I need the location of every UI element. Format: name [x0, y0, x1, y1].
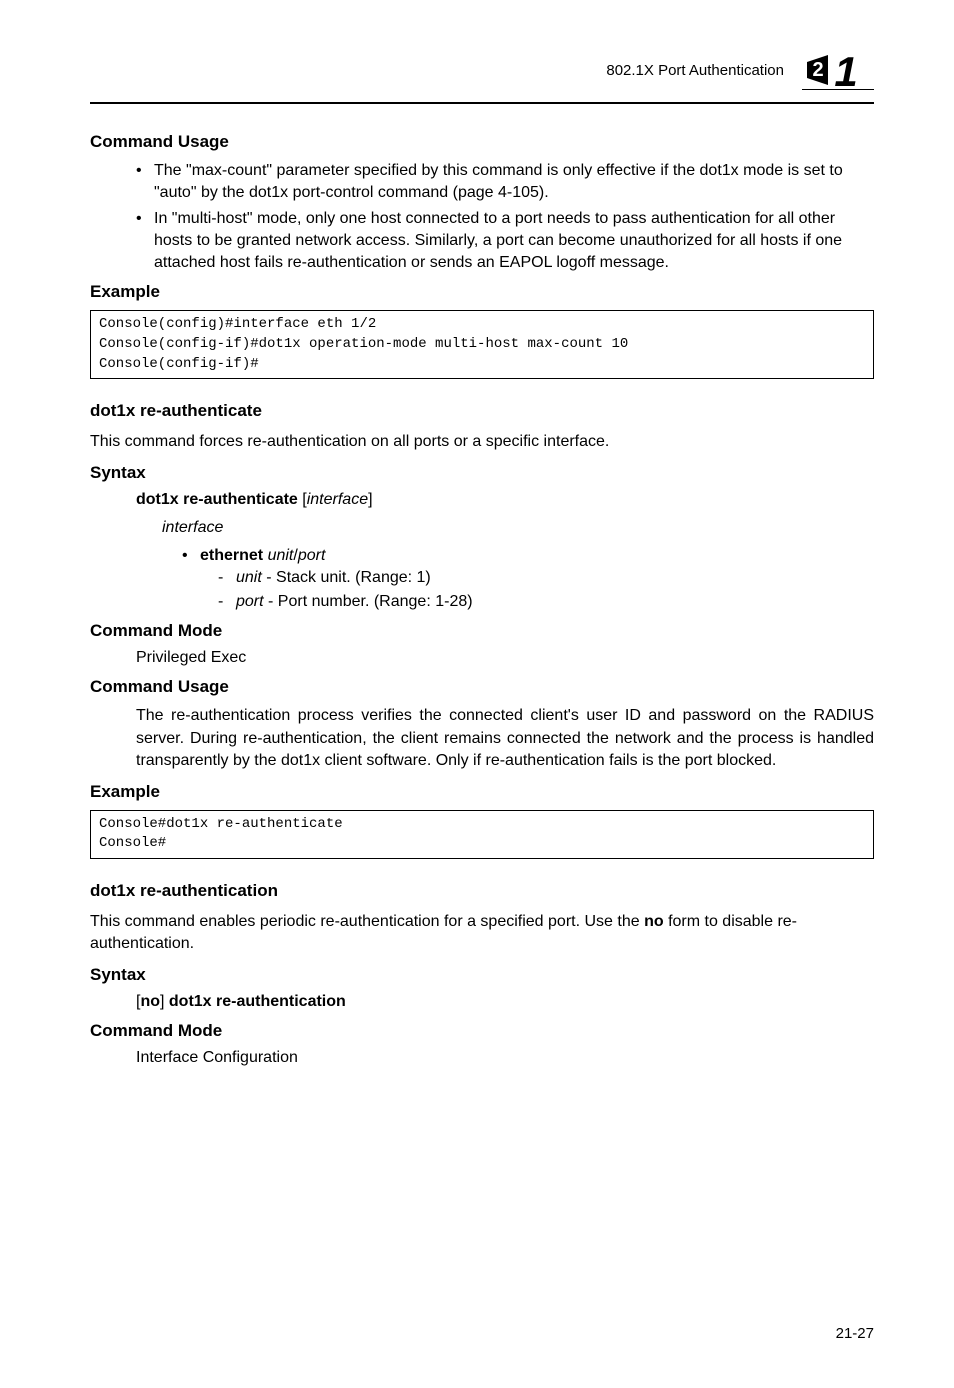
chapter-badge-icon: 2 1	[802, 50, 874, 90]
code-block: Console#dot1x re-authenticate Console#	[90, 810, 874, 859]
body-text: This command enables periodic re-authent…	[90, 911, 874, 955]
list-item: port - Port number. (Range: 1-28)	[218, 591, 874, 613]
code-block: Console(config)#interface eth 1/2 Consol…	[90, 310, 874, 379]
interface-label: interface	[90, 519, 874, 537]
syntax-line: dot1x re-authenticate [interface]	[90, 491, 874, 509]
list-item: The "max-count" parameter specified by t…	[136, 160, 874, 204]
ethernet-keyword: ethernet	[200, 547, 263, 564]
ethernet-sublist: unit - Stack unit. (Range: 1) port - Por…	[200, 567, 874, 613]
section-heading-command-mode: Command Mode	[90, 1021, 874, 1041]
section-heading-command-mode: Command Mode	[90, 621, 874, 641]
port-label: port	[236, 593, 264, 610]
list-item: In "multi-host" mode, only one host conn…	[136, 208, 874, 274]
section-heading-command-usage: Command Usage	[90, 132, 874, 152]
chapter-badge: 2 1	[802, 50, 874, 90]
syntax-bracket: ]	[368, 491, 372, 508]
desc-pre: This command enables periodic re-authent…	[90, 913, 644, 930]
body-text: This command forces re-authentication on…	[90, 431, 874, 453]
ethernet-port: port	[298, 547, 326, 564]
command-mode-value: Privileged Exec	[90, 649, 874, 667]
page-header: 802.1X Port Authentication 2 1	[90, 50, 874, 90]
syntax-command: dot1x re-authenticate	[136, 491, 298, 508]
unit-label: unit	[236, 569, 262, 586]
svg-text:2: 2	[812, 59, 823, 81]
interface-options-list: ethernet unit/port unit - Stack unit. (R…	[90, 545, 874, 613]
ethernet-unit: unit	[268, 547, 294, 564]
section-heading-reauthentication: dot1x re-authentication	[90, 881, 874, 901]
port-desc: - Port number. (Range: 1-28)	[264, 593, 473, 610]
section-heading-command-usage: Command Usage	[90, 677, 874, 697]
syntax-arg: interface	[307, 491, 368, 508]
command-usage-list: The "max-count" parameter specified by t…	[90, 160, 874, 274]
syntax-no: no	[140, 993, 160, 1010]
section-heading-syntax: Syntax	[90, 463, 874, 483]
syntax-line: [no] dot1x re-authentication	[90, 993, 874, 1011]
list-item: unit - Stack unit. (Range: 1)	[218, 567, 874, 589]
section-heading-example: Example	[90, 282, 874, 302]
desc-no: no	[644, 913, 664, 930]
command-usage-text: The re-authentication process verifies t…	[90, 705, 874, 771]
page-number: 21-27	[836, 1325, 874, 1342]
svg-text:1: 1	[834, 50, 857, 90]
section-heading-reauthenticate: dot1x re-authenticate	[90, 401, 874, 421]
list-item: ethernet unit/port unit - Stack unit. (R…	[182, 545, 874, 613]
syntax-command: dot1x re-authentication	[169, 993, 346, 1010]
unit-desc: - Stack unit. (Range: 1)	[262, 569, 431, 586]
section-heading-syntax: Syntax	[90, 965, 874, 985]
syntax-close-bracket: ]	[160, 993, 169, 1010]
header-divider	[90, 102, 874, 104]
header-title: 802.1X Port Authentication	[606, 62, 784, 79]
section-heading-example: Example	[90, 782, 874, 802]
command-mode-value: Interface Configuration	[90, 1049, 874, 1067]
